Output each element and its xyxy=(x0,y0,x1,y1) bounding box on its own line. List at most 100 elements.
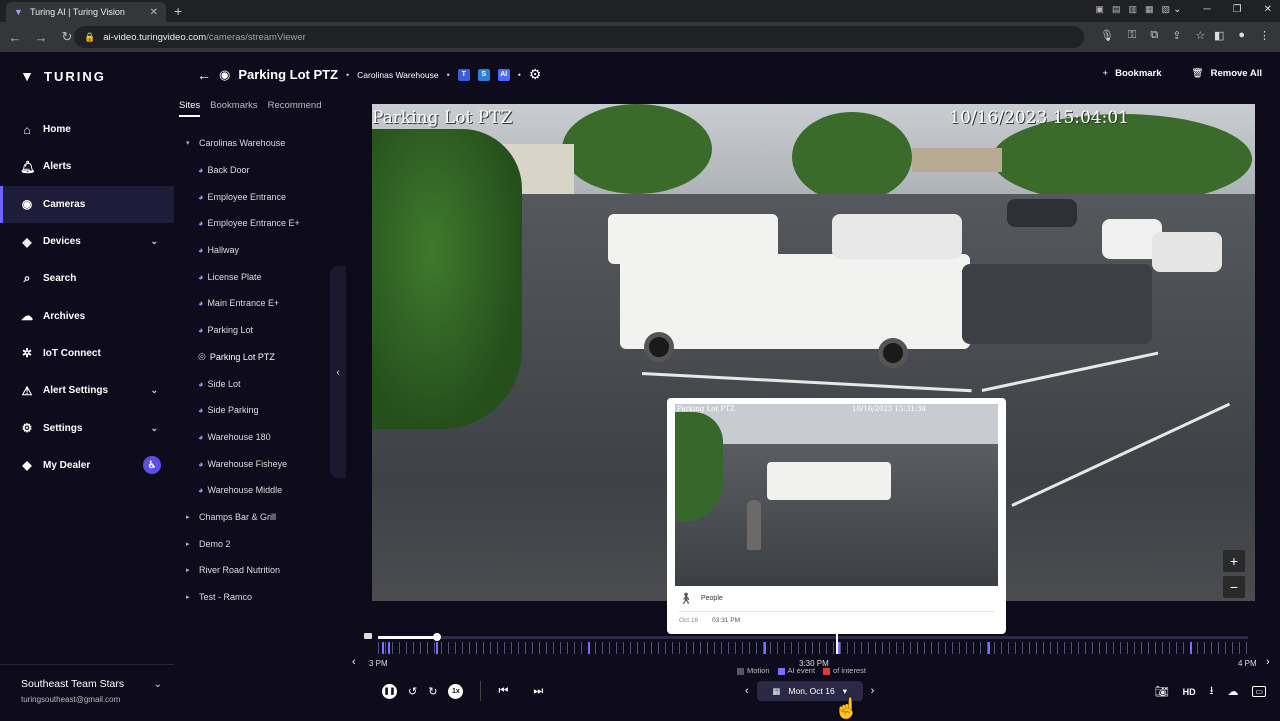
timeline-event-mark[interactable] xyxy=(436,642,438,654)
dealer-badge-icon[interactable]: ♿︎ xyxy=(143,456,161,475)
timeline-event-mark[interactable] xyxy=(588,642,590,654)
camera-side-parking[interactable]: ◕ Side Parking xyxy=(174,397,346,424)
sidebar-item-devices[interactable]: ◈ Devices ⌄ xyxy=(0,223,174,260)
download-icon[interactable]: ⭳ xyxy=(1210,682,1214,701)
maximize-icon[interactable]: ❐ xyxy=(1233,4,1242,15)
camera-settings-gear-icon[interactable]: ⚙ xyxy=(529,66,542,83)
timeline-event-mark[interactable] xyxy=(388,642,390,654)
sidebar-item-iot-connect[interactable]: ✲ IoT Connect xyxy=(0,335,174,372)
address-bar[interactable]: 🔒 ai-video.turingvideo.com /cameras/stre… xyxy=(74,26,1084,48)
sidebar-item-archives[interactable]: ☁ Archives xyxy=(0,297,174,334)
extension-icon[interactable]: ▧ xyxy=(1161,4,1170,15)
chevron-down-icon[interactable]: ⌄ xyxy=(1173,4,1181,15)
user-account[interactable]: Southeast Team Stars turingsoutheast@gma… xyxy=(0,664,174,720)
snapshot-camera-icon[interactable]: 📷︎ xyxy=(1155,685,1169,698)
site-champs-bar-grill[interactable]: ▸ Champs Bar & Grill xyxy=(174,504,346,531)
side-panel-icon[interactable]: ◧ xyxy=(1214,29,1224,42)
open-tab-icon[interactable]: ⧉ xyxy=(1150,29,1158,42)
camera-warehouse-middle[interactable]: ◕ Warehouse Middle xyxy=(174,477,346,504)
timeline-event-mark[interactable] xyxy=(382,642,384,654)
tab-sites[interactable]: Sites xyxy=(179,100,201,117)
sidebar-item-cameras[interactable]: ◉ Cameras xyxy=(0,185,174,224)
back-arrow-icon[interactable]: ← xyxy=(197,67,211,83)
forward-icon[interactable]: ↻ xyxy=(428,685,437,698)
extension-icon[interactable]: ▦ xyxy=(1145,4,1154,15)
profile-icon[interactable]: ● xyxy=(1238,29,1245,42)
camera-parking-lot[interactable]: ◕ Parking Lot xyxy=(174,317,346,344)
share-icon[interactable]: ⇪ xyxy=(1172,29,1181,42)
cloud-upload-icon[interactable]: ☁ xyxy=(1227,685,1238,698)
collapse-panel-button[interactable]: ‹ xyxy=(330,266,346,478)
camera-parking-lot-ptz[interactable]: ◎ Parking Lot PTZ xyxy=(174,344,346,371)
remove-all-button[interactable]: 🗑︎ Remove All xyxy=(1192,68,1262,79)
rewind-icon[interactable]: ↺ xyxy=(408,685,417,698)
camera-warehouse-fisheye[interactable]: ◕ Warehouse Fisheye xyxy=(174,450,346,477)
pause-button[interactable]: ❚❚ xyxy=(382,683,397,699)
new-tab-icon[interactable]: + xyxy=(174,3,182,19)
tag-ai-icon[interactable]: AI xyxy=(497,68,510,81)
skip-previous-icon[interactable]: ⏮ xyxy=(498,685,508,698)
browser-back-icon[interactable]: ← xyxy=(4,30,26,45)
close-window-icon[interactable]: ✕ xyxy=(1264,4,1272,15)
site-river-road-nutrition[interactable]: ▸ River Road Nutrition xyxy=(174,557,346,584)
prev-day-icon[interactable]: ‹ xyxy=(745,685,749,697)
browser-tab[interactable]: ▼ Turing AI | Turing Vision ✕ xyxy=(6,2,166,22)
tab-bookmarks[interactable]: Bookmarks xyxy=(210,100,258,117)
caret-down-icon: ▾ xyxy=(842,685,847,696)
sidebar-item-search[interactable]: ⌕ Search xyxy=(0,260,174,297)
mic-icon[interactable]: 🎙 xyxy=(1100,29,1114,42)
timeline-event-mark[interactable] xyxy=(764,642,766,654)
extension-icon[interactable]: ▤ xyxy=(1112,4,1121,15)
site-demo-2[interactable]: ▸ Demo 2 xyxy=(174,530,346,557)
tag-t-icon[interactable]: T xyxy=(457,68,470,81)
timeline-event-mark[interactable] xyxy=(988,642,990,654)
star-icon[interactable]: ☆ xyxy=(1195,29,1205,42)
sidebar-item-alerts[interactable]: 🔔︎ Alerts xyxy=(0,148,174,185)
zoom-out-button[interactable]: − xyxy=(1223,576,1245,598)
camera-back-door[interactable]: ◕ Back Door xyxy=(174,157,346,184)
sidebar-item-alert-settings[interactable]: ⚠ Alert Settings ⌄ xyxy=(0,372,174,409)
close-tab-icon[interactable]: ✕ xyxy=(150,7,158,18)
timeline-track[interactable] xyxy=(378,636,1248,639)
sidebar-item-settings[interactable]: ⚙ Settings ⌄ xyxy=(0,409,174,446)
site-test-ramco[interactable]: ▸ Test - Ramco xyxy=(174,584,346,611)
browser-forward-icon[interactable]: → xyxy=(30,30,52,45)
camera-warehouse-180[interactable]: ◕ Warehouse 180 xyxy=(174,424,346,451)
zoom-in-button[interactable]: + xyxy=(1223,550,1245,572)
camera-hallway[interactable]: ◕ Hallway xyxy=(174,237,346,264)
timeline-next-icon[interactable]: › xyxy=(1266,656,1270,668)
timeline-event-mark[interactable] xyxy=(1190,642,1192,654)
sidebar-item-my-dealer[interactable]: ◆ My Dealer ♿︎ xyxy=(0,447,174,484)
tag-s-icon[interactable]: S xyxy=(477,68,490,81)
next-day-icon[interactable]: › xyxy=(871,685,875,697)
quality-hd-button[interactable]: HD xyxy=(1183,687,1196,697)
camera-employee-entrance-e-plus[interactable]: ◕ Employee Entrance E+ xyxy=(174,210,346,237)
separator-dot: • xyxy=(346,69,350,80)
timeline-prev-icon[interactable]: ‹ xyxy=(352,656,356,668)
logo[interactable]: ▼ TURING xyxy=(20,68,106,84)
live-icon[interactable]: ▭ xyxy=(1252,686,1266,697)
event-preview-popup[interactable]: Parking Lot PTZ 10/16/2023 15:31:34 🚶︎ P… xyxy=(667,398,1006,634)
key-icon[interactable]: ⚿ xyxy=(1128,29,1136,42)
timeline[interactable] xyxy=(362,629,1252,660)
chevron-down-icon: ⌄ xyxy=(150,422,158,433)
camera-side-lot[interactable]: ◕ Side Lot xyxy=(174,370,346,397)
bookmark-button[interactable]: + Bookmark xyxy=(1103,68,1162,79)
minimize-icon[interactable]: ─ xyxy=(1204,4,1211,15)
event-thumbnail[interactable]: Parking Lot PTZ 10/16/2023 15:31:34 xyxy=(675,404,998,586)
skip-next-icon[interactable]: ⏭ xyxy=(533,685,543,698)
speed-button[interactable]: 1x xyxy=(448,683,464,699)
menu-icon[interactable]: ⋮ xyxy=(1259,29,1270,42)
timeline-scrubber-handle[interactable] xyxy=(433,633,441,641)
sidebar-item-home[interactable]: ⌂ Home xyxy=(0,111,174,148)
extension-icon[interactable]: ▣ xyxy=(1095,4,1104,15)
camera-license-plate[interactable]: ◕ License Plate xyxy=(174,263,346,290)
chevron-down-icon[interactable]: ⌄ xyxy=(154,679,162,690)
extension-icon[interactable]: ▥ xyxy=(1128,4,1137,15)
camera-employee-entrance[interactable]: ◕ Employee Entrance xyxy=(174,183,346,210)
camera-main-entrance-e-plus[interactable]: ◕ Main Entrance E+ xyxy=(174,290,346,317)
tree-label: Hallway xyxy=(207,245,239,256)
tab-recommend[interactable]: Recommend xyxy=(268,100,322,117)
timeline-event-mark[interactable] xyxy=(838,642,840,654)
site-carolinas-warehouse[interactable]: ▾ Carolinas Warehouse xyxy=(174,130,346,157)
